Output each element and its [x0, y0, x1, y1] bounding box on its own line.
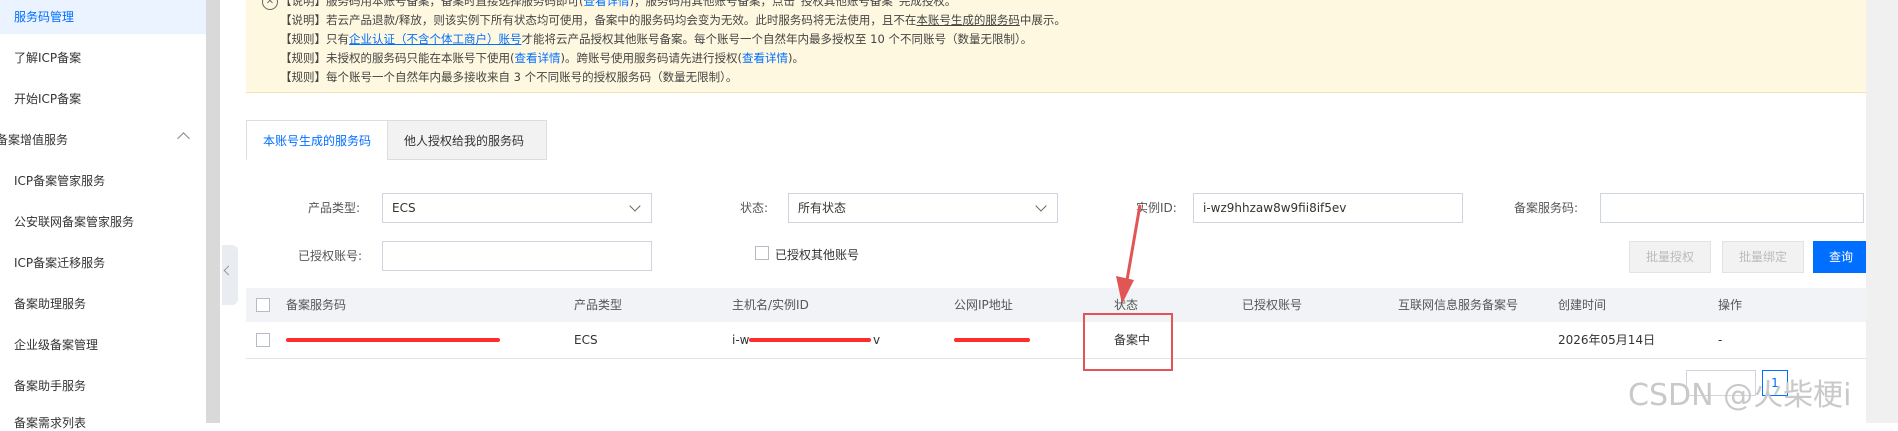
authorized-other-label: 已授权其他账号 [775, 248, 860, 262]
status-select[interactable]: 所有状态 [788, 193, 1058, 223]
cell-host-suffix: v [873, 333, 881, 347]
chevron-down-icon [629, 200, 641, 212]
redacted-host [749, 338, 871, 342]
cell-product: ECS [574, 333, 598, 347]
notice-link[interactable]: 查看详情 [514, 51, 560, 65]
chevron-up-icon[interactable] [177, 132, 190, 145]
sidebar-item-enterprise[interactable]: 企业级备案管理 [14, 336, 98, 353]
query-button[interactable]: 查询 [1813, 241, 1869, 273]
column-header: 创建时间 [1558, 298, 1607, 312]
cell-created: 2026年05月14日 [1558, 333, 1656, 347]
column-header: 已授权账号 [1242, 298, 1303, 312]
chevron-down-icon [1035, 200, 1047, 212]
close-icon[interactable]: ✕ [262, 0, 278, 10]
instance-id-input[interactable]: i-wz9hhzaw8w9fii8if5ev [1193, 193, 1463, 223]
column-header: 备案服务码 [286, 298, 347, 312]
product-type-label: 产品类型: [308, 201, 361, 215]
authorized-other-checkbox[interactable] [755, 246, 769, 260]
column-header: 互联网信息服务备案号 [1398, 298, 1519, 312]
sidebar-group-addon[interactable]: 备案增值服务 [0, 131, 68, 148]
notice-link[interactable]: 企业认证（不含个体工商户）账号 [349, 32, 522, 46]
cell-action[interactable]: - [1718, 322, 1722, 358]
status-label: 状态: [740, 201, 769, 215]
row-checkbox[interactable] [256, 333, 270, 347]
chevron-left-icon [223, 265, 234, 276]
sidebar-item-icp-migration[interactable]: ICP备案迁移服务 [14, 254, 105, 271]
notice-line-2: 【说明】若云产品退款/释放，则该实例下所有状态均可使用，备案中的服务码均会变为无… [280, 13, 1066, 27]
notice-link[interactable]: 本账号生成的服务码 [916, 13, 1020, 27]
annotation-highlight-box [1083, 313, 1173, 371]
annotation-arrow-icon [1116, 204, 1142, 304]
watermark: CSDN @火柴梗i [1628, 378, 1852, 413]
authorized-account-input[interactable] [382, 241, 652, 271]
redacted-service-code [286, 338, 500, 342]
notice-link[interactable]: 查看详情 [742, 51, 788, 65]
batch-authorize-button[interactable]: 批量授权 [1629, 241, 1711, 273]
service-code-label: 备案服务码: [1514, 201, 1579, 215]
sidebar-item-icp-steward[interactable]: ICP备案管家服务 [14, 172, 105, 189]
table-row: ECS i-w v 备案中 2026年05月14日 - [246, 322, 1866, 359]
sidebar-item-learn-icp[interactable]: 了解ICP备案 [14, 49, 81, 66]
tab-authorized-codes[interactable]: 他人授权给我的服务码 [387, 120, 547, 160]
notice-line-1: 【说明】服务码用本账号备案，备案时直接选择服务码即可(查看详情)；服务码用其他账… [280, 0, 956, 9]
product-type-select[interactable]: ECS [382, 193, 652, 223]
column-header: 主机名/实例ID [732, 298, 809, 312]
sidebar-item-assistant[interactable]: 备案助理服务 [14, 295, 86, 312]
notice-line-5: 【规则】每个账号一个自然年内最多接收来自 3 个不同账号的授权服务码（数量无限制… [280, 70, 738, 84]
service-code-input[interactable] [1600, 193, 1864, 223]
column-header: 操作 [1718, 298, 1743, 312]
sidebar-item-service-code[interactable]: 服务码管理 [14, 8, 74, 25]
table-header: 备案服务码 产品类型 主机名/实例ID 公网IP地址 状态 已授权账号 互联网信… [246, 288, 1866, 323]
notice-line-3: 【规则】只有企业认证（不含个体工商户）账号才能将云产品授权其他账号备案。每个账号… [280, 32, 1033, 46]
column-header: 产品类型 [574, 298, 623, 312]
notice-panel: ✕ 【说明】服务码用本账号备案，备案时直接选择服务码即可(查看详情)；服务码用其… [246, 0, 1866, 93]
batch-bind-button[interactable]: 批量绑定 [1722, 241, 1804, 273]
tab-own-codes[interactable]: 本账号生成的服务码 [246, 120, 388, 160]
sidebar-item-police-steward[interactable]: 公安联网备案管家服务 [14, 213, 134, 230]
select-all-checkbox[interactable] [256, 298, 270, 312]
page-scrollbar[interactable] [1866, 0, 1898, 423]
sidebar-item-helper[interactable]: 备案助手服务 [14, 377, 86, 394]
collapse-sidebar-button[interactable] [222, 245, 238, 305]
sidebar-scrollbar[interactable] [206, 0, 220, 423]
authorized-account-label: 已授权账号: [298, 249, 363, 263]
cell-host-prefix: i-w [732, 333, 750, 347]
notice-line-4: 【规则】未授权的服务码只能在本账号下使用(查看详情)。跨账号使用服务码请先进行授… [280, 51, 804, 65]
column-header: 公网IP地址 [954, 298, 1013, 312]
sidebar: 服务码管理 了解ICP备案 开始ICP备案 备案增值服务 ICP备案管家服务 公… [0, 0, 206, 430]
notice-link[interactable]: 查看详情 [583, 0, 629, 8]
sidebar-item-start-icp[interactable]: 开始ICP备案 [14, 90, 81, 107]
redacted-ip [954, 338, 1030, 342]
